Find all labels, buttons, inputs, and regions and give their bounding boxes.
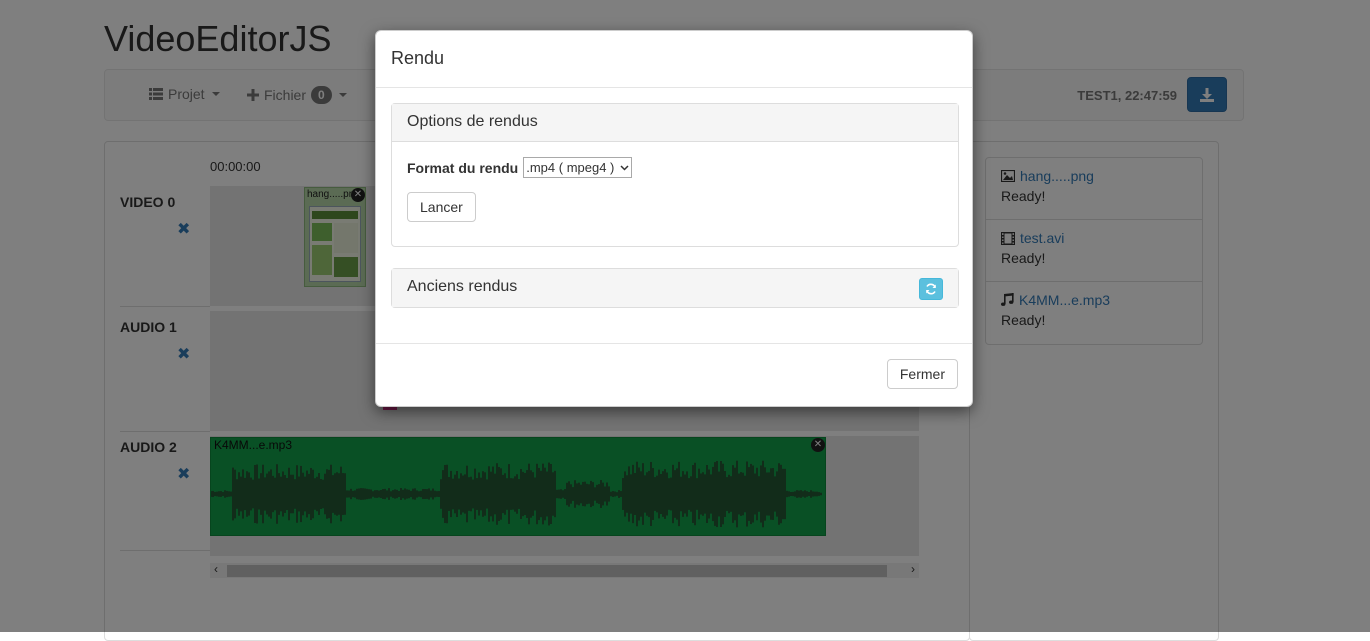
- chevron-down-icon: [620, 164, 629, 171]
- modal-header: Rendu: [376, 31, 972, 88]
- refresh-icon: [926, 283, 936, 295]
- launch-render-button[interactable]: Lancer: [407, 192, 476, 222]
- modal-title: Rendu: [391, 48, 445, 68]
- format-label: Format du rendu: [407, 159, 519, 176]
- modal-footer: Fermer: [376, 343, 972, 407]
- refresh-button[interactable]: [919, 278, 943, 300]
- render-modal: Rendu Options de rendus Format du rendu …: [375, 30, 973, 407]
- previous-renders-heading: Anciens rendus: [407, 278, 518, 295]
- format-select-value: .mp4 ( mpeg4 ): [526, 160, 615, 175]
- render-options-heading: Options de rendus: [392, 104, 958, 142]
- close-modal-button[interactable]: Fermer: [886, 359, 958, 389]
- previous-renders-panel: Anciens rendus: [391, 268, 959, 308]
- render-options-panel: Options de rendus Format du rendu .mp4 (…: [391, 103, 959, 247]
- format-select[interactable]: .mp4 ( mpeg4 ): [523, 157, 633, 178]
